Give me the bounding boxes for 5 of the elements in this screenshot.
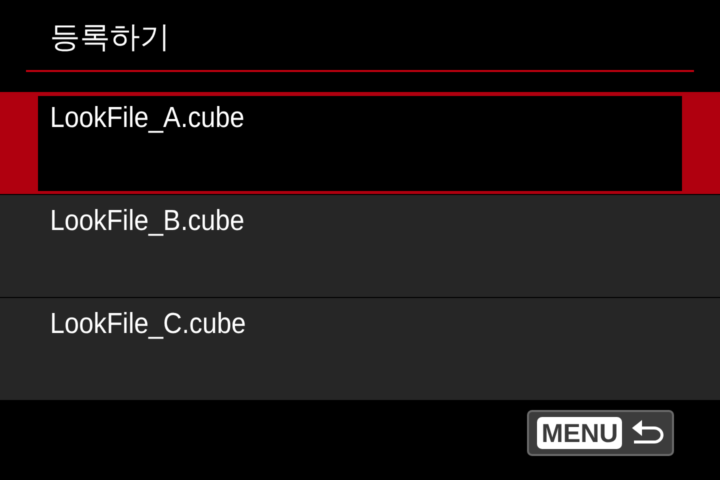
list-item[interactable]: LookFile_B.cube xyxy=(0,195,720,297)
list-item[interactable]: LookFile_A.cube xyxy=(0,92,720,194)
list-item[interactable]: LookFile_C.cube xyxy=(0,298,720,400)
screen-title: 등록하기 xyxy=(50,20,170,56)
menu-back-button[interactable]: MENU xyxy=(527,410,674,456)
